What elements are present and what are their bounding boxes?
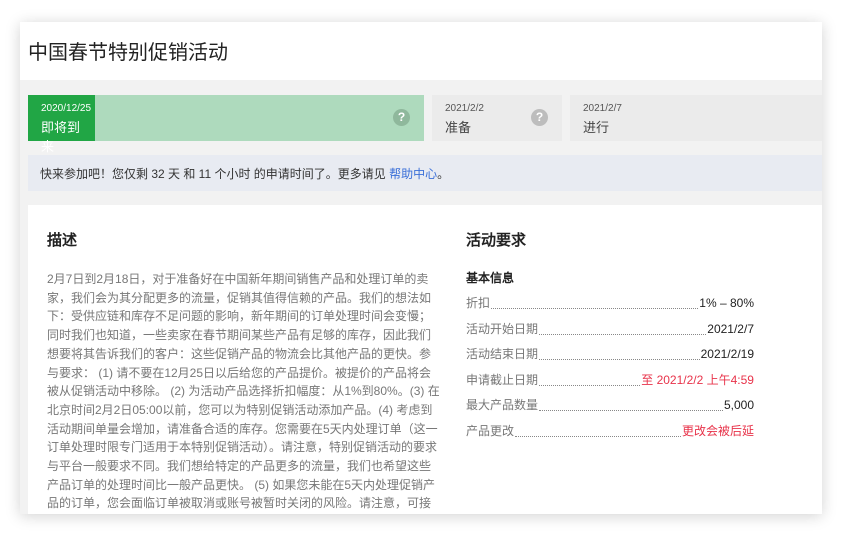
timeline-steps: 2020/12/25 即将到来 ? 2021/2/2 准备 ? 2021/2/7…	[28, 95, 822, 154]
step-ongoing: 2021/2/7 进行	[570, 95, 822, 141]
requirement-key: 最大产品数量	[466, 398, 539, 412]
help-icon[interactable]: ?	[531, 109, 548, 126]
requirements-heading: 活动要求	[466, 232, 527, 249]
description-body: 2月7日到2月18日，对于准备好在中国新年期间销售产品和处理订单的卖家，我们会为…	[47, 272, 440, 511]
step-progress-fill: 2020/12/25 即将到来	[28, 95, 96, 154]
page-title: 中国春节特别促销活动	[20, 22, 822, 80]
requirements-section: 活动要求 基本信息 折扣 1% – 80% 活动开始日期 2021/2/7 活动结束日期…	[466, 229, 754, 444]
requirement-row: 最大产品数量 5,000	[466, 393, 754, 419]
requirement-value: 1% – 80%	[699, 296, 754, 310]
basic-info-heading: 基本信息	[466, 271, 515, 285]
step-date: 2020/12/25	[41, 103, 92, 114]
requirement-row: 申请截止日期 至 2021/2/2 上午4:59	[466, 368, 754, 394]
requirement-value: 2021/2/7	[707, 321, 754, 336]
leader-dots	[539, 359, 700, 361]
step-date: 2021/2/7	[583, 103, 622, 114]
requirement-key: 活动开始日期	[466, 321, 539, 336]
description-section: 描述 2月7日到2月18日，对于准备好在中国新年期间销售产品和处理订单的卖家，我…	[47, 229, 442, 514]
requirement-key: 折扣	[466, 296, 491, 310]
requirement-value: 5,000	[723, 398, 754, 412]
leader-dots	[539, 410, 723, 412]
requirement-key: 活动结束日期	[466, 347, 539, 361]
notice-text: 快来参加吧！您仅剩 32 天 和 11 个小时 的申请时间了。更多请见	[40, 167, 390, 181]
requirement-row: 产品更改 更改会被后延	[466, 419, 754, 445]
leader-dots	[491, 308, 699, 310]
step-upcoming: 2020/12/25 即将到来 ?	[28, 95, 424, 154]
requirement-value: 至 2021/2/2 上午4:59	[641, 372, 754, 387]
requirement-value: 更改会被后延	[681, 423, 754, 438]
description-heading: 描述	[47, 232, 78, 249]
leader-dots	[515, 435, 681, 437]
step-label: 进行	[583, 120, 610, 135]
deadline-notice: 快来参加吧！您仅剩 32 天 和 11 个小时 的申请时间了。更多请见 帮助中心…	[28, 155, 822, 191]
details-card: 描述 2月7日到2月18日，对于准备好在中国新年期间销售产品和处理订单的卖家，我…	[28, 205, 822, 514]
campaign-window: 中国春节特别促销活动 2020/12/25 即将到来 ? 2021/2/2 准备…	[20, 22, 822, 514]
notice-end: 。	[437, 167, 450, 181]
requirement-row: 活动开始日期 2021/2/7	[466, 317, 754, 343]
leader-dots	[539, 384, 641, 386]
help-center-link[interactable]: 帮助中心	[389, 167, 437, 181]
requirement-key: 产品更改	[466, 423, 515, 438]
step-prepare: 2021/2/2 准备 ?	[432, 95, 562, 141]
help-icon[interactable]: ?	[393, 109, 410, 126]
requirement-key: 申请截止日期	[466, 372, 539, 387]
step-label: 即将到来	[41, 120, 81, 154]
leader-dots	[539, 333, 707, 335]
requirement-value: 2021/2/19	[700, 347, 754, 361]
requirement-row: 活动结束日期 2021/2/19	[466, 342, 754, 368]
requirement-row: 折扣 1% – 80%	[466, 291, 754, 317]
